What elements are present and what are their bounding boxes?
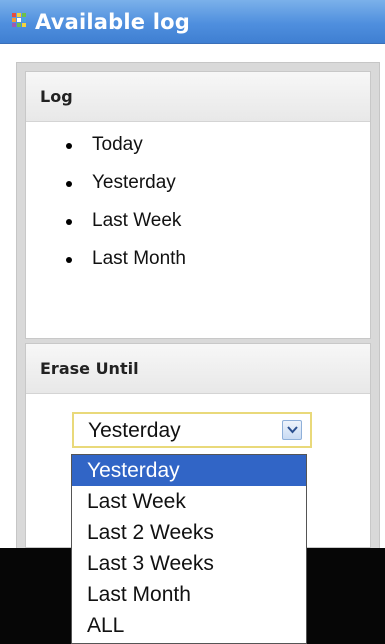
bullet-icon xyxy=(66,257,72,263)
erase-panel-header: Erase Until xyxy=(26,344,370,394)
option-last-month[interactable]: Last Month xyxy=(72,579,306,610)
erase-until-select[interactable]: Yesterday xyxy=(72,412,312,448)
option-last-2-weeks[interactable]: Last 2 Weeks xyxy=(72,517,306,548)
log-item-label: Yesterday xyxy=(92,172,176,193)
chevron-down-icon[interactable] xyxy=(282,420,302,440)
log-item-yesterday[interactable]: Yesterday xyxy=(26,172,370,210)
option-last-week[interactable]: Last Week xyxy=(72,486,306,517)
log-item-last-week[interactable]: Last Week xyxy=(26,210,370,248)
window-title: Available log xyxy=(35,10,190,34)
option-last-3-weeks[interactable]: Last 3 Weeks xyxy=(72,548,306,579)
log-panel-header: Log xyxy=(26,72,370,122)
available-log-window: Available log Log Today Yesterday Last W… xyxy=(0,0,385,644)
log-item-label: Today xyxy=(92,134,143,155)
log-item-label: Last Week xyxy=(92,210,182,231)
grid-app-icon xyxy=(12,13,26,27)
log-item-last-month[interactable]: Last Month xyxy=(26,248,370,286)
bullet-icon xyxy=(66,181,72,187)
log-panel: Log Today Yesterday Last Week Last Month xyxy=(25,71,371,339)
log-list: Today Yesterday Last Week Last Month xyxy=(26,122,370,286)
select-current-value: Yesterday xyxy=(88,419,181,442)
bullet-icon xyxy=(66,219,72,225)
erase-until-options-list: Yesterday Last Week Last 2 Weeks Last 3 … xyxy=(71,454,307,644)
option-all[interactable]: ALL xyxy=(72,610,306,641)
log-item-label: Last Month xyxy=(92,248,186,269)
bullet-icon xyxy=(66,143,72,149)
title-bar: Available log xyxy=(0,0,385,44)
option-yesterday[interactable]: Yesterday xyxy=(72,455,306,486)
log-item-today[interactable]: Today xyxy=(26,134,370,172)
